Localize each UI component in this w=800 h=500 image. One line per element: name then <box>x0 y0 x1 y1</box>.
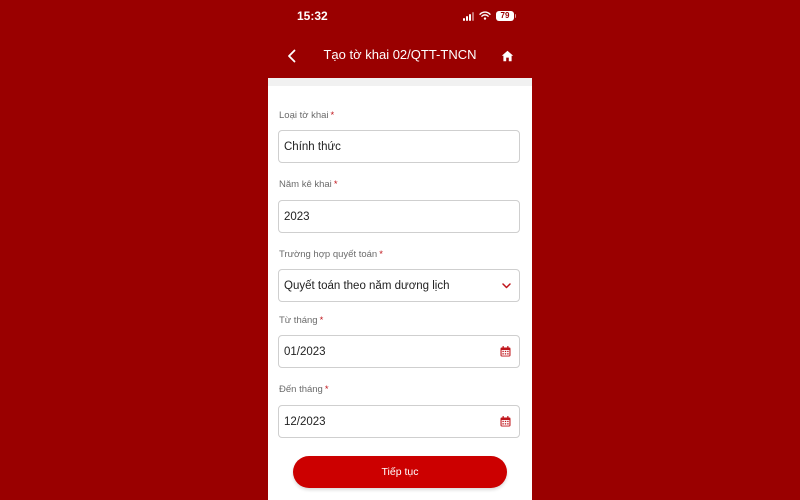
form-container: Loại tờ khai * Chính thức Năm kê khai * 20… <box>268 78 532 500</box>
field-label-truong-hop-quyet-toan: Trường hợp quyết toán * <box>279 249 383 260</box>
calendar-icon[interactable] <box>500 346 511 357</box>
field-value: Quyết toán theo năm dương lịch <box>284 279 450 292</box>
nam-ke-khai-field[interactable]: 2023 <box>278 200 520 233</box>
field-value: Chính thức <box>284 140 341 153</box>
required-marker: * <box>324 384 329 395</box>
signal-icon <box>463 11 474 21</box>
home-icon <box>501 50 513 62</box>
chevron-left-icon <box>288 49 296 63</box>
field-label-loai-to-khai: Loại tờ khai * <box>279 110 335 121</box>
required-marker: * <box>330 110 335 121</box>
calendar-icon[interactable] <box>500 416 511 427</box>
chevron-down-icon <box>502 282 511 289</box>
status-icons: 79 <box>463 7 516 25</box>
status-time: 15:32 <box>297 9 328 23</box>
nav-bar: Tạo tờ khai 02/QTT-TNCN <box>268 36 532 76</box>
wifi-icon <box>479 7 491 25</box>
required-marker: * <box>333 179 338 190</box>
required-marker: * <box>379 249 383 260</box>
tu-thang-date-field[interactable]: 01/2023 <box>278 335 520 368</box>
field-value: 2023 <box>284 210 310 223</box>
field-label-den-thang: Đến tháng * <box>279 384 329 395</box>
battery-icon: 79 <box>496 11 516 21</box>
phone-screen: 15:32 79 Tạo tờ khai 02/QTT-TNCN Loại tờ… <box>268 0 532 500</box>
field-value: 12/2023 <box>284 415 326 428</box>
page-title: Tạo tờ khai 02/QTT-TNCN <box>323 47 477 62</box>
field-label-nam-ke-khai: Năm kê khai * <box>279 179 338 190</box>
den-thang-date-field[interactable]: 12/2023 <box>278 405 520 438</box>
field-value: 01/2023 <box>284 345 326 358</box>
status-bar: 15:32 79 <box>268 0 532 34</box>
continue-button[interactable]: Tiếp tục <box>293 456 507 488</box>
loai-to-khai-field[interactable]: Chính thức <box>278 130 520 163</box>
back-button[interactable] <box>280 44 304 68</box>
required-marker: * <box>319 315 324 326</box>
content-top-divider <box>268 78 532 86</box>
truong-hop-quyet-toan-select[interactable]: Quyết toán theo năm dương lịch <box>278 269 520 302</box>
home-button[interactable] <box>496 45 518 67</box>
field-label-tu-thang: Từ tháng * <box>279 315 324 326</box>
